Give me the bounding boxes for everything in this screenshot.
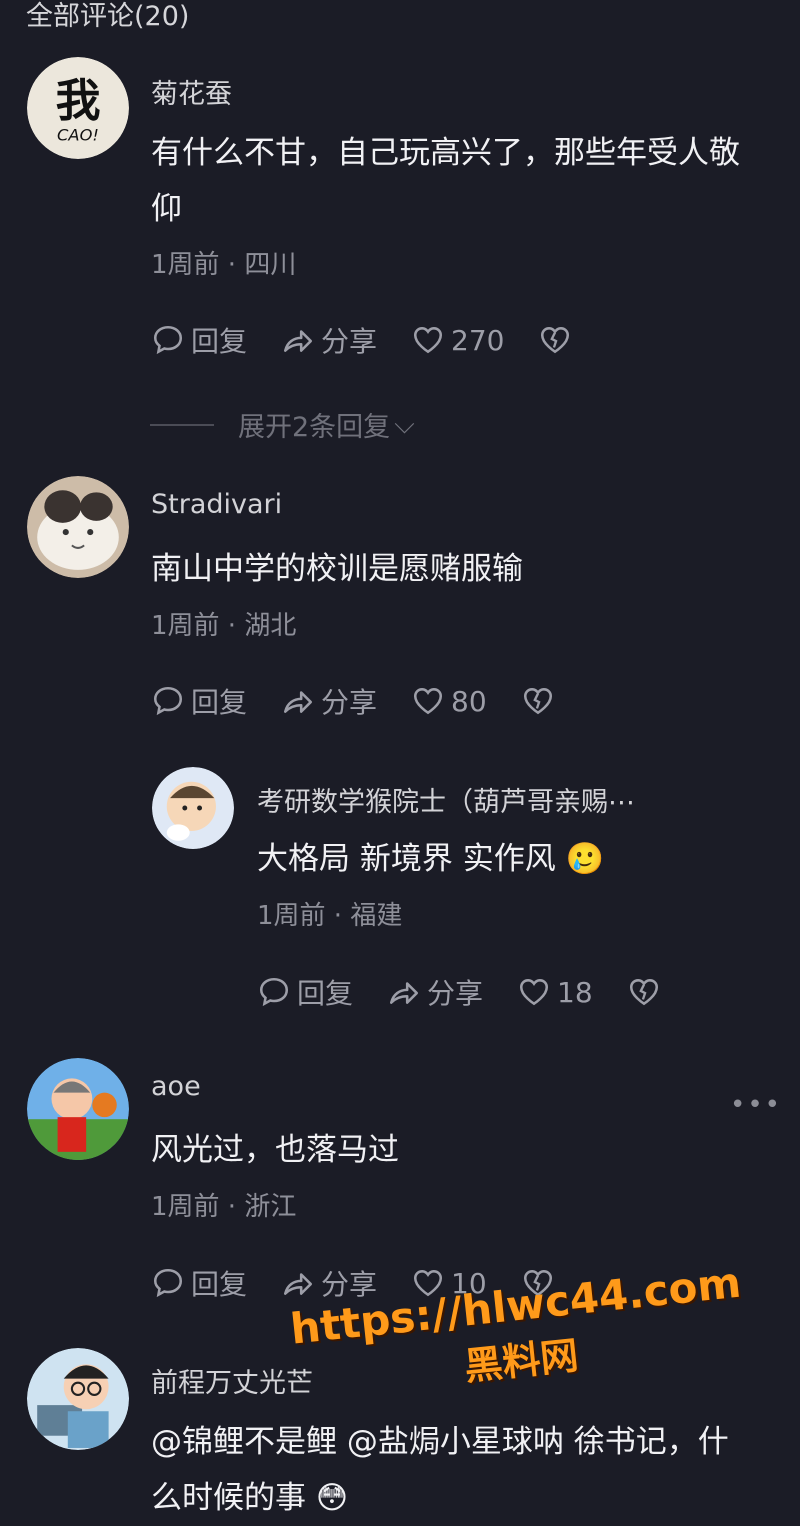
comments-header: 全部评论(20) xyxy=(26,1,190,32)
share-button[interactable]: 分享 xyxy=(281,681,377,721)
share-icon xyxy=(389,982,419,1004)
heart-icon xyxy=(414,327,443,354)
reply-icon xyxy=(153,686,183,716)
svg-text:我: 我 xyxy=(56,74,101,127)
comment-text-cont: 仰 xyxy=(151,191,182,227)
avatar[interactable] xyxy=(27,1058,129,1160)
avatar[interactable] xyxy=(27,1348,129,1450)
comment-text-cont: 么时候的事 😳 xyxy=(151,1480,349,1516)
reply-icon xyxy=(153,325,183,355)
comment-meta: 1周前 · 福建 xyxy=(257,901,403,931)
share-icon xyxy=(283,1273,313,1295)
heart-icon xyxy=(414,688,443,715)
username[interactable]: 菊花蚕 xyxy=(151,72,232,111)
svg-text:CAO!: CAO! xyxy=(57,126,99,145)
like-button[interactable]: 270 xyxy=(411,323,504,357)
like-button[interactable]: 80 xyxy=(411,684,487,718)
username[interactable]: Stradivari xyxy=(151,489,282,520)
more-dots-icon[interactable]: ••• xyxy=(730,1090,782,1120)
dislike-button[interactable] xyxy=(521,684,561,718)
reply-icon xyxy=(259,977,289,1007)
divider-line xyxy=(150,423,214,426)
comment-text: 南山中学的校训是愿赌服输 xyxy=(151,551,523,587)
share-icon xyxy=(283,330,313,352)
dislike-button[interactable] xyxy=(627,975,667,1009)
avatar[interactable]: 我 CAO! xyxy=(27,57,129,159)
username[interactable]: 前程万丈光芒 xyxy=(151,1361,313,1400)
expand-replies-button[interactable]: 展开2条回复 ⌵ xyxy=(150,405,415,444)
broken-heart-icon xyxy=(629,979,658,1006)
comment-meta: 1周前 · 湖北 xyxy=(151,611,297,641)
broken-heart-icon xyxy=(541,327,570,354)
broken-heart-icon xyxy=(523,688,552,715)
comment-text: @锦鲤不是鲤 @盐焗小星球呐 徐书记，什 xyxy=(151,1424,729,1460)
reply-icon xyxy=(153,1268,183,1298)
comment-meta: 1周前 · 浙江 xyxy=(151,1192,297,1222)
share-button[interactable]: 分享 xyxy=(387,972,483,1012)
share-icon xyxy=(283,691,313,713)
comment-text: 有什么不甘，自己玩高兴了，那些年受人敬 xyxy=(151,135,740,171)
comment-text: 风光过，也落马过 xyxy=(151,1132,399,1168)
reply-button[interactable]: 回复 xyxy=(151,681,247,721)
reply-button[interactable]: 回复 xyxy=(257,972,353,1012)
username[interactable]: aoe xyxy=(151,1071,201,1102)
comment-meta: 1周前 · 四川 xyxy=(151,250,297,280)
chevron-down-icon: ⌵ xyxy=(394,408,415,440)
avatar[interactable] xyxy=(27,476,129,578)
dislike-button[interactable] xyxy=(538,323,578,357)
reply-button[interactable]: 回复 xyxy=(151,1263,247,1303)
heart-icon xyxy=(520,979,549,1006)
username[interactable]: 考研数学猴院士（葫芦哥亲赐⋯ xyxy=(257,780,635,819)
like-button[interactable]: 18 xyxy=(517,975,593,1009)
avatar[interactable] xyxy=(152,767,234,849)
comment-text: 大格局 新境界 实作风 🥲 xyxy=(257,841,605,877)
share-button[interactable]: 分享 xyxy=(281,320,377,360)
reply-button[interactable]: 回复 xyxy=(151,320,247,360)
